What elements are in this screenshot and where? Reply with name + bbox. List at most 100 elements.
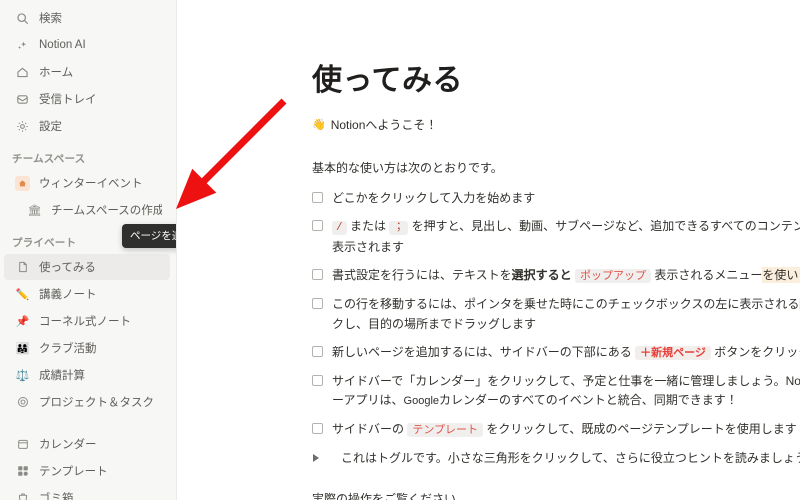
page-title: 使ってみる (312, 64, 463, 97)
sidebar-item-label: テンプレート (39, 466, 108, 478)
sidebar-item-club-activity[interactable]: 👨‍👩‍👧 クラブ活動 (4, 335, 170, 361)
sparkle-icon (14, 37, 31, 54)
balance-emoji: ⚖️ (15, 368, 30, 382)
sidebar-item-templates[interactable]: テンプレート (4, 458, 170, 484)
inline-code: ポップアップ (575, 268, 652, 283)
pencil-emoji: ✏️ (15, 287, 30, 301)
calendar-icon (14, 436, 31, 453)
inline-text: 新しいページを追加するには、サイドバーの下部にある (332, 344, 636, 359)
sidebar-item-label: ゴミ箱 (39, 493, 74, 500)
sidebar-item-trash[interactable]: ゴミ箱 (4, 485, 170, 500)
main-content: 使ってみる 👋 Notionへようこそ！ 基本的な使い方は次のとおりです。 どこ… (177, 0, 800, 500)
wave-emoji: 👋 (312, 117, 326, 131)
inline-text: これはトグルです。小さな三角形をクリックして、さらに役立つヒントを読みましょう！ (341, 450, 800, 465)
toggle-triangle-icon[interactable] (313, 453, 330, 462)
sidebar-item-search[interactable]: 検索 (4, 5, 170, 31)
todo-text: 新しいページを追加するには、サイドバーの下部にある ＋新規ページ ボタンをクリッ… (332, 343, 800, 363)
todo-checkbox[interactable] (312, 297, 323, 309)
sidebar-item-home[interactable]: ホーム (4, 59, 170, 85)
sidebar-item-notion-ai[interactable]: Notion AI (4, 32, 170, 58)
sidebar-item-calendar[interactable]: カレンダー (4, 431, 170, 457)
teamspace-header-label: チームスペース (12, 152, 86, 165)
sidebar-item-label: プロジェクト＆タスク (39, 397, 154, 409)
inline-text: Google (403, 394, 440, 407)
sidebar-item-label: 設定 (39, 121, 62, 133)
inline-code: テンプレート (407, 422, 484, 437)
inline-code: / (332, 220, 347, 235)
inline-text: サイドバーの (332, 421, 408, 436)
sidebar-item-label: チームスペースの作成例 (51, 205, 162, 217)
todo-checkbox[interactable] (312, 191, 323, 203)
sidebar-item-label: 受信トレイ (39, 94, 97, 106)
gear-icon (14, 118, 31, 135)
todo-list-item: この行を移動するには、ポインタを乗せた時にこのチェックボックスの左に表示される⣿… (312, 295, 800, 334)
sidebar-item-teamspace-example[interactable]: 🏛 チームスペースの作成例 (4, 197, 170, 223)
inline-code: ； (389, 220, 409, 235)
welcome-text: Notionへようこそ！ (330, 117, 438, 132)
sidebar-item-projects-tasks[interactable]: プロジェクト＆タスク (4, 389, 170, 415)
sidebar-item-label: カレンダー (39, 439, 97, 451)
todo-text: サイドバーの テンプレート をクリックして、既成のページテンプレートを使用します (332, 420, 800, 440)
inline-text: または (346, 218, 390, 233)
highlighted-text: を使いま (762, 266, 800, 283)
todo-list-item: サイドバーの テンプレート をクリックして、既成のページテンプレートを使用します (312, 420, 800, 440)
sidebar-item-label: クラブ活動 (39, 343, 97, 355)
todo-checkbox[interactable] (312, 422, 323, 434)
inline-code-emphasis: ＋新規ページ (635, 345, 711, 360)
sidebar-item-label: コーネル式ノート (39, 316, 131, 328)
sidebar-item-label: ホーム (39, 67, 74, 79)
inline-text: 書式設定を行うには、テキストを (332, 267, 512, 282)
closing-paragraph: 実際の操作をご覧ください。 (312, 491, 469, 500)
search-icon (14, 10, 31, 27)
sidebar-item-winter-event[interactable]: ウィンターイベント (4, 170, 170, 196)
people-emoji: 👨‍👩‍👧 (15, 341, 30, 355)
todo-list-item: / または ； を押すと、見出し、動画、サブページなど、追加できるすべてのコンテ… (312, 217, 800, 257)
sidebar-item-label: Notion AI (39, 39, 86, 51)
home-icon (14, 64, 31, 81)
todo-checkbox[interactable] (312, 374, 323, 386)
template-icon (14, 463, 31, 480)
sidebar-item-label: 講義ノート (39, 289, 97, 301)
todo-list: どこかをクリックして入力を始めます / または ； を押すと、見出し、動画、サブペ… (312, 189, 800, 468)
private-header-label: プライベート (12, 236, 77, 249)
todo-text: これはトグルです。小さな三角形をクリックして、さらに役立つヒントを読みましょう！ (341, 449, 800, 468)
document-body: 使ってみる 👋 Notionへようこそ！ 基本的な使い方は次のとおりです。 どこ… (312, 0, 800, 500)
inline-text: 表示されるメニュー (651, 267, 763, 282)
sidebar: 検索 Notion AI ホーム 受信トレイ 設定 チームスペース ウィンターイ… (0, 0, 177, 500)
todo-text: どこかをクリックして入力を始めます (332, 189, 800, 208)
todo-checkbox[interactable] (312, 219, 323, 231)
todo-text: サイドバーで「カレンダー」をクリックして、予定と仕事を一緒に管理しましょう。No… (332, 372, 800, 411)
todo-list-item: サイドバーで「カレンダー」をクリックして、予定と仕事を一緒に管理しましょう。No… (312, 372, 800, 411)
classical-building-emoji: 🏛 (27, 203, 42, 217)
sidebar-item-label: 検索 (39, 13, 62, 25)
inline-text: ボタンをクリックします (714, 344, 800, 359)
inline-text: この行を移動するには、ポインタを乗せた時にこのチェックボックスの左に表示される (332, 296, 800, 311)
todo-checkbox[interactable] (312, 268, 323, 280)
todo-list-item: 新しいページを追加するには、サイドバーの下部にある ＋新規ページ ボタンをクリッ… (312, 343, 800, 363)
inline-text: をクリックして、既成のページテンプレートを使用します (483, 421, 797, 436)
pushpin-emoji: 📌 (15, 314, 30, 328)
sidebar-item-label: 使ってみる (39, 262, 96, 274)
todo-checkbox[interactable] (312, 345, 323, 357)
sidebar-item-settings[interactable]: 設定 (4, 113, 170, 139)
target-icon (14, 394, 31, 411)
trash-icon (14, 490, 31, 500)
todo-text: この行を移動するには、ポインタを乗せた時にこのチェックボックスの左に表示される⣿… (332, 295, 800, 334)
notion-window: 検索 Notion AI ホーム 受信トレイ 設定 チームスペース ウィンターイ… (0, 0, 800, 500)
bold-text: 選択すると (511, 267, 572, 282)
intro-paragraph: 基本的な使い方は次のとおりです。 (312, 160, 503, 175)
sidebar-top-nav: 検索 Notion AI ホーム 受信トレイ 設定 (0, 5, 176, 139)
sidebar-item-getting-started[interactable]: 使ってみる (4, 254, 170, 280)
sidebar-item-grade-calc[interactable]: ⚖️ 成績計算 (4, 362, 170, 388)
sidebar-item-cornell-notes[interactable]: 📌 コーネル式ノート (4, 308, 170, 334)
inbox-icon (14, 91, 31, 108)
sidebar-item-lecture-notes[interactable]: ✏️ 講義ノート (4, 281, 170, 307)
todo-text: / または ； を押すと、見出し、動画、サブページなど、追加できるすべてのコンテ… (332, 217, 800, 257)
todo-text: 書式設定を行うには、テキストを選択すると ポップアップ 表示されるメニューを使い… (332, 266, 800, 286)
inline-text: どこかをクリックして入力を始めます (332, 190, 536, 205)
todo-list-item: 書式設定を行うには、テキストを選択すると ポップアップ 表示されるメニューを使い… (312, 266, 800, 286)
todo-list-item: どこかをクリックして入力を始めます (312, 189, 800, 208)
welcome-callout: 👋 Notionへようこそ！ (312, 116, 800, 133)
sidebar-item-inbox[interactable]: 受信トレイ (4, 86, 170, 112)
